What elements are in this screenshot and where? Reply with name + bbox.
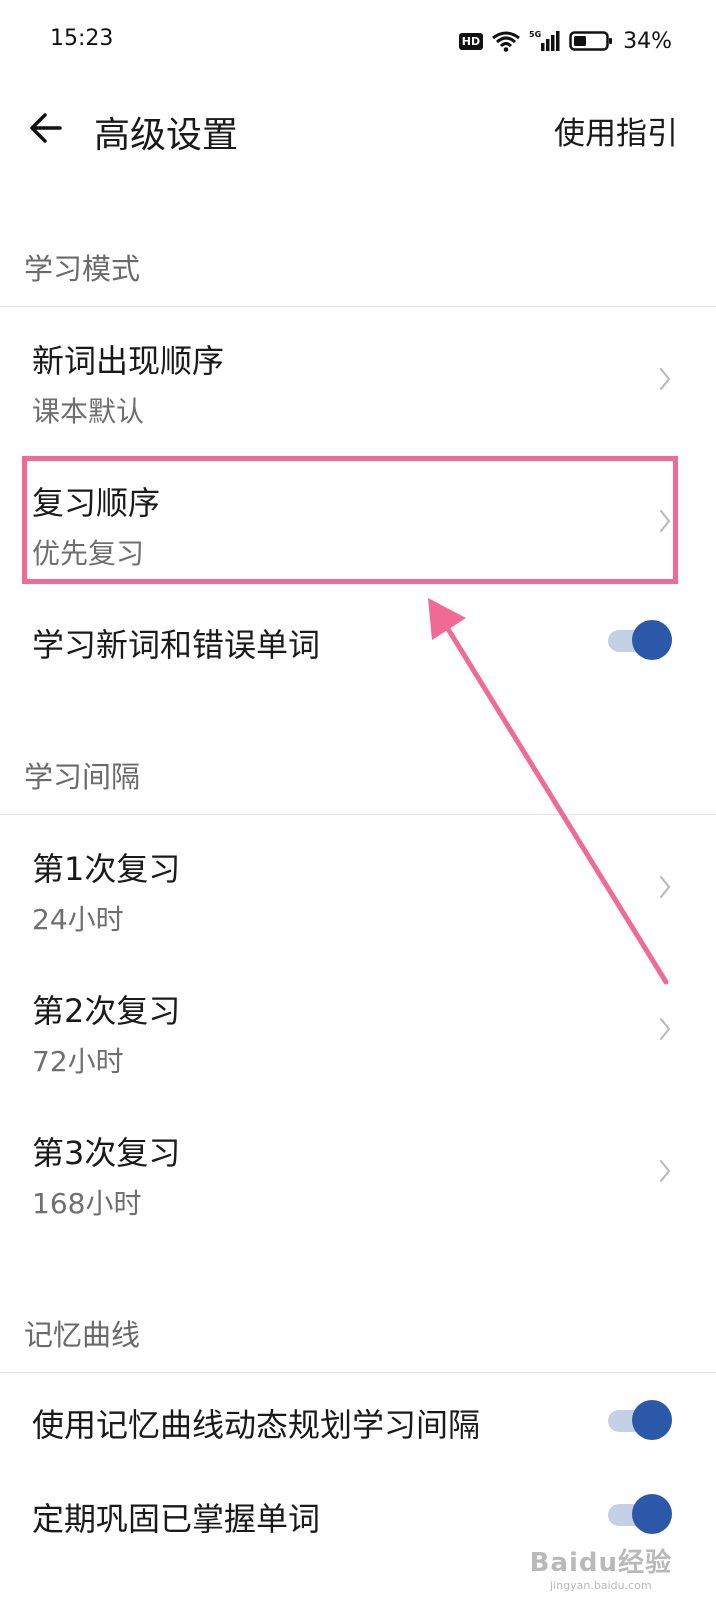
setting-new-word-order[interactable]: 新词出现顺序 课本默认 (0, 316, 716, 446)
setting-title: 学习新词和错误单词 (32, 626, 321, 664)
divider (0, 814, 716, 815)
toggle-knob (632, 620, 672, 660)
page-title: 高级设置 (94, 115, 239, 156)
section-header-interval: 学习间隔 (24, 760, 141, 794)
chevron-right-icon (659, 1017, 671, 1041)
setting-title: 新词出现顺序 (32, 342, 225, 380)
divider (0, 306, 716, 307)
setting-new-and-wrong-words: 学习新词和错误单词 (0, 596, 716, 688)
setting-value: 24小时 (32, 903, 124, 936)
setting-title: 第1次复习 (32, 850, 181, 888)
toggle-knob (632, 1494, 672, 1534)
toggle-switch[interactable] (608, 1494, 672, 1534)
hd-icon: HD (458, 32, 484, 50)
section-header-memory-curve: 记忆曲线 (24, 1318, 141, 1352)
setting-review-2[interactable]: 第2次复习 72小时 (0, 966, 716, 1096)
setting-title: 定期巩固已掌握单词 (32, 1500, 321, 1538)
setting-title: 使用记忆曲线动态规划学习间隔 (32, 1406, 481, 1444)
chevron-right-icon (659, 509, 671, 533)
setting-value: 168小时 (32, 1187, 142, 1220)
status-bar: 15:23 HD 5G 34% (0, 0, 716, 84)
toggle-switch[interactable] (608, 620, 672, 660)
divider (0, 1372, 716, 1373)
setting-value: 优先复习 (32, 537, 145, 570)
status-icons: HD 5G 34% (458, 26, 672, 56)
setting-review-order[interactable]: 复习顺序 优先复习 (0, 458, 716, 582)
setting-review-1[interactable]: 第1次复习 24小时 (0, 824, 716, 954)
setting-value: 课本默认 (32, 395, 145, 428)
wifi-icon (492, 31, 521, 52)
usage-guide-link[interactable]: 使用指引 (554, 108, 678, 153)
cellular-signal-icon: 5G (529, 30, 560, 51)
chevron-right-icon (659, 1159, 671, 1183)
network-type-label: 5G (529, 30, 541, 39)
chevron-right-icon (659, 367, 671, 391)
section-header-learning-mode: 学习模式 (24, 252, 141, 286)
watermark-url: jingyan.baidu.com (550, 1579, 652, 1592)
app-bar: 高级设置 使用指引 (0, 84, 716, 174)
watermark: Baidu经验 jingyan.baidu.com (530, 1542, 672, 1592)
back-arrow-icon (30, 113, 62, 143)
setting-review-3[interactable]: 第3次复习 168小时 (0, 1108, 716, 1238)
battery-percentage: 34% (623, 28, 672, 54)
watermark-brand: Baidu经验 (529, 1548, 672, 1578)
setting-dynamic-interval: 使用记忆曲线动态规划学习间隔 (0, 1374, 716, 1466)
toggle-switch[interactable] (608, 1400, 672, 1440)
annotation-arrow (428, 598, 669, 985)
setting-title: 第3次复习 (32, 1134, 181, 1172)
status-time: 15:23 (50, 26, 114, 51)
battery-icon (569, 31, 613, 51)
setting-title: 第2次复习 (32, 992, 181, 1030)
setting-value: 72小时 (32, 1045, 124, 1078)
back-button[interactable] (22, 104, 70, 152)
toggle-knob (632, 1400, 672, 1440)
chevron-right-icon (659, 875, 671, 899)
setting-title: 复习顺序 (32, 484, 161, 522)
